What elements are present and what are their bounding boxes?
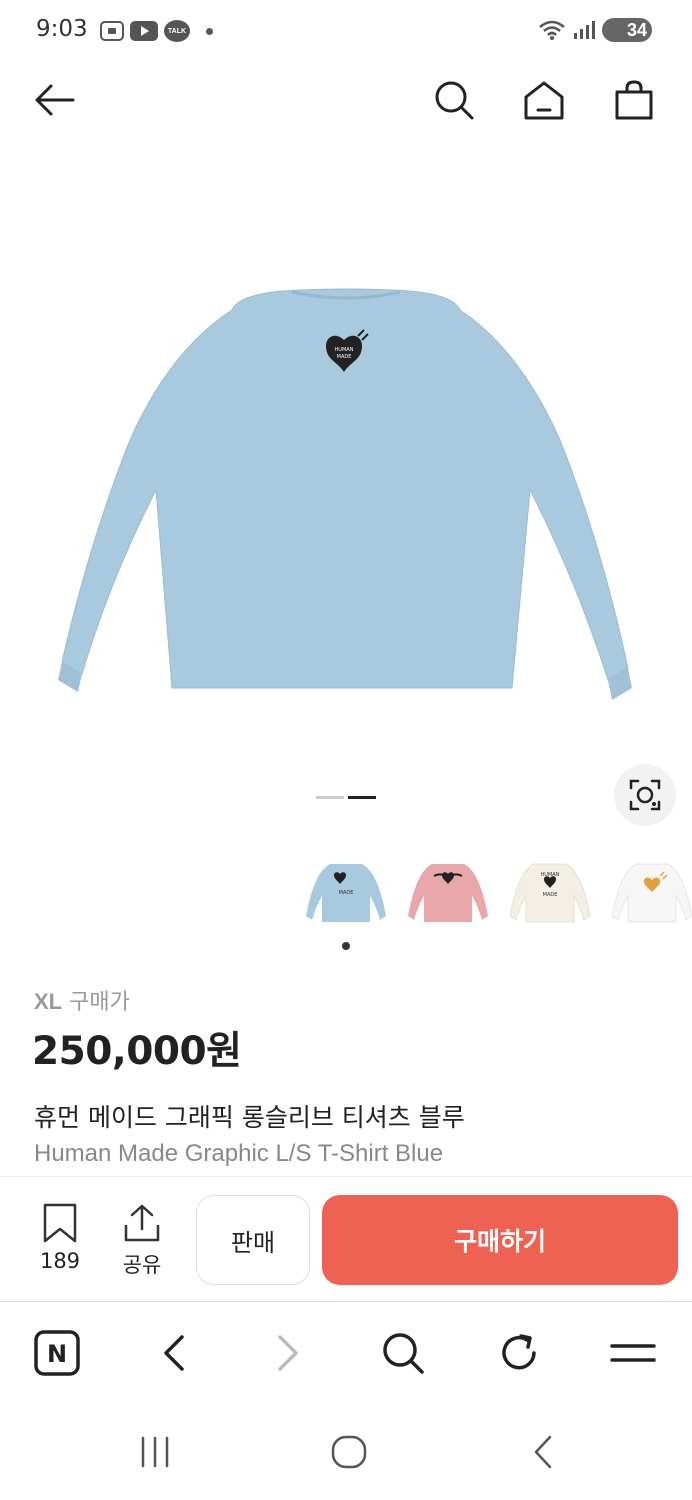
image-search-button[interactable] [614, 764, 676, 826]
thumbnail-pager-dot [342, 942, 350, 950]
buy-button[interactable]: 구매하기 [322, 1195, 678, 1285]
thumbnail-shirt-icon [611, 863, 692, 923]
product-name-korean: 휴먼 메이드 그래픽 롱슬리브 티셔츠 블루 [34, 1103, 465, 1132]
home-button[interactable] [520, 76, 568, 124]
home-circle-icon [331, 1435, 367, 1469]
system-navigation-bar [0, 1402, 692, 1500]
battery-indicator: 34 [602, 18, 652, 42]
share-button[interactable]: 공유 [112, 1203, 172, 1279]
image-pager-dot [316, 796, 344, 799]
thumbnail-shirt-icon: HUMAN MADE [509, 863, 591, 923]
status-bar: 9:03 TALK 34 [0, 0, 692, 64]
status-time: 9:03 [36, 16, 88, 42]
home-nav-button[interactable] [324, 1432, 374, 1472]
youtube-notification-icon [130, 21, 158, 41]
product-name-english: Human Made Graphic L/S T-Shirt Blue [34, 1140, 444, 1167]
naver-home-button[interactable]: N [32, 1328, 82, 1378]
shopping-bag-icon [615, 80, 653, 120]
purchase-action-bar: 189 공유 판매 구매하기 [0, 1176, 692, 1302]
chevron-right-icon [278, 1335, 298, 1371]
product-price: 250,000원 [32, 1029, 242, 1074]
arrow-left-icon [35, 84, 75, 116]
back-nav-button[interactable] [518, 1432, 568, 1472]
kakaotalk-notification-icon: TALK [164, 20, 190, 42]
share-label: 공유 [122, 1253, 162, 1277]
svg-text:HUMAN: HUMAN [335, 347, 354, 353]
system-status-icons: 34 [538, 18, 652, 42]
home-icon [524, 81, 564, 120]
reload-button[interactable] [494, 1328, 544, 1378]
price-caption: XL 구매가 [34, 984, 130, 1016]
image-pager-dot-active [348, 796, 376, 799]
bookmark-count: 189 [39, 1249, 81, 1273]
thumbnail-shirt-icon: MADE [306, 864, 386, 922]
browser-back-button[interactable] [148, 1328, 198, 1378]
back-button[interactable] [30, 76, 78, 124]
color-thumbnails: MADE HUMAN MADE [300, 852, 692, 934]
naver-n-icon: N [34, 1330, 80, 1376]
search-icon [383, 1333, 424, 1374]
naver-n-letter: N [47, 1340, 67, 1368]
sell-button[interactable]: 판매 [196, 1195, 310, 1285]
search-icon [435, 81, 474, 120]
size-label: XL [34, 989, 63, 1014]
hamburger-menu-icon [610, 1344, 656, 1362]
longsleeve-tshirt-image: HUMAN MADE [58, 288, 632, 700]
browser-forward-button[interactable] [264, 1328, 314, 1378]
thumbnail-white[interactable] [606, 852, 692, 932]
bookmark-icon [43, 1203, 77, 1243]
search-button[interactable] [430, 76, 478, 124]
shopping-bag-button[interactable] [610, 76, 658, 124]
recent-apps-icon [141, 1436, 169, 1468]
price-type-label: 구매가 [69, 990, 130, 1015]
more-notifications-dot [206, 27, 213, 35]
wifi-icon [539, 20, 565, 40]
share-icon [124, 1204, 160, 1242]
svg-text:HUMAN: HUMAN [541, 872, 560, 878]
lens-icon [629, 779, 661, 811]
reload-icon [502, 1334, 536, 1370]
thumbnail-cream[interactable]: HUMAN MADE [504, 852, 596, 932]
back-chevron-icon [534, 1435, 552, 1469]
browser-toolbar: N [0, 1302, 692, 1402]
chevron-left-icon [164, 1335, 184, 1371]
recent-apps-button[interactable] [130, 1432, 180, 1472]
svg-text:MADE: MADE [543, 892, 558, 898]
signal-icon [574, 21, 595, 39]
product-main-image[interactable]: HUMAN MADE [0, 140, 692, 840]
thumbnail-pink[interactable] [402, 852, 494, 932]
svg-text:MADE: MADE [339, 890, 354, 896]
bookmark-button[interactable]: 189 [30, 1203, 90, 1273]
image-pager [316, 796, 376, 799]
top-navigation [0, 64, 692, 136]
browser-search-button[interactable] [378, 1328, 428, 1378]
thumbnail-blue[interactable]: MADE [300, 852, 392, 932]
notification-icons: TALK [100, 20, 213, 42]
browser-menu-button[interactable] [608, 1328, 658, 1378]
thumbnail-shirt-icon [408, 864, 488, 922]
svg-text:MADE: MADE [337, 354, 352, 360]
screenshot-notification-icon [100, 21, 124, 41]
